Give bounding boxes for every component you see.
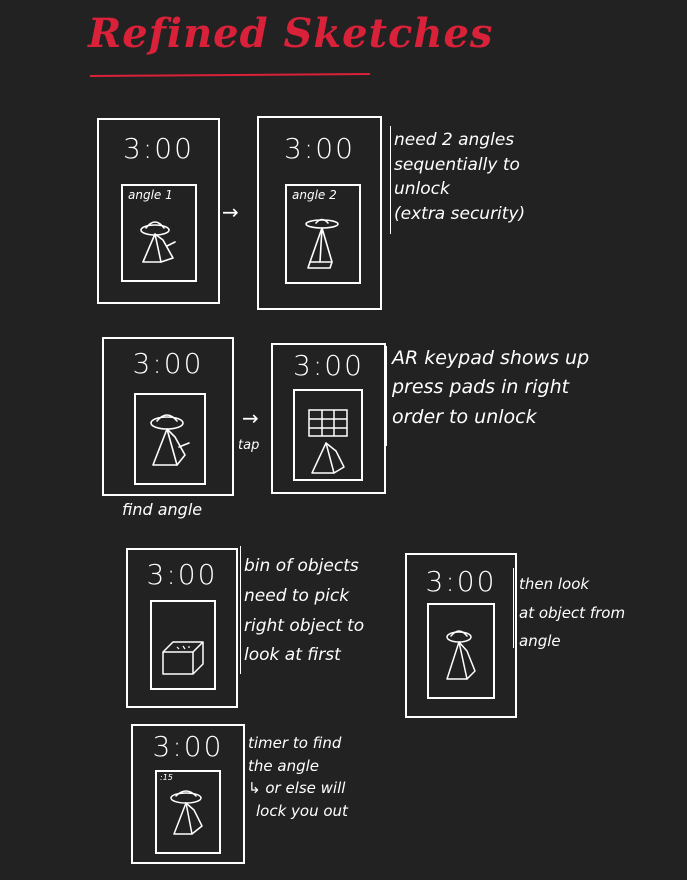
- camera-view: [134, 393, 206, 485]
- note-line: order to unlock: [392, 405, 537, 428]
- hat-figure-icon: [170, 790, 203, 835]
- note-line: bin of objects: [244, 556, 359, 576]
- camera-view: [293, 389, 363, 481]
- camera-view: :15: [155, 770, 221, 854]
- camera-view: angle 2: [285, 184, 361, 284]
- hat-figure-icon: [311, 442, 345, 474]
- note-line: unlock: [394, 179, 450, 200]
- note-timer: timer to find the angle ↳ or else will l…: [248, 732, 348, 822]
- phone-sketch-angle-2: 3:00 angle 2: [257, 116, 382, 310]
- camera-view: angle 1: [121, 184, 197, 282]
- note-line: sequentially to: [394, 154, 520, 175]
- note-line: ↳ or else will: [248, 779, 346, 797]
- phone-sketch-timer: 3:00 :15: [131, 724, 245, 864]
- camera-view: [427, 603, 495, 699]
- note-bar: [240, 546, 241, 674]
- phone-sketch-keypad: 3:00: [271, 343, 386, 494]
- title-underline: [89, 73, 371, 77]
- note-line: (extra security): [394, 203, 526, 224]
- phone-sketch-find-angle: 3:00: [102, 337, 234, 496]
- camera-view: [150, 600, 216, 690]
- note-line: the angle: [248, 756, 320, 775]
- note-line: right object to: [244, 615, 365, 636]
- keypad-grid-icon: [308, 409, 348, 437]
- note-bar: [513, 568, 514, 648]
- clock-time: 3:00: [284, 132, 355, 165]
- note-line: need 2 angles: [394, 130, 515, 150]
- clock-time: 3:00: [146, 558, 218, 591]
- hat-figure-icon: [140, 221, 176, 263]
- note-line: lock you out: [256, 801, 348, 820]
- clock-time: 3:00: [132, 347, 204, 380]
- note-line: AR keypad shows up: [392, 347, 590, 369]
- note-line: need to pick: [244, 585, 350, 606]
- note-bar: [244, 730, 245, 830]
- note-line: look at first: [244, 645, 341, 666]
- clock-time: 3:00: [425, 565, 497, 598]
- note-line: then look: [519, 575, 590, 593]
- clock-time: 3:00: [293, 349, 364, 382]
- note-bin-of-objects: bin of objects need to pick right object…: [244, 552, 364, 671]
- angle-label: angle 2: [292, 188, 337, 202]
- phone-sketch-look-from-angle: 3:00: [405, 553, 517, 718]
- note-line: timer to find: [248, 734, 342, 752]
- note-line: at object from: [519, 603, 626, 622]
- note-bar: [386, 346, 387, 446]
- note-line: press pads in right: [392, 376, 570, 399]
- page-title: Refined Sketches: [88, 10, 494, 57]
- hat-figure-icon: [305, 218, 339, 269]
- clock-time: 3:00: [123, 132, 194, 165]
- note-look-from-angle: then look at object from angle: [519, 570, 625, 656]
- arrow-icon: →: [242, 406, 259, 430]
- phone-sketch-bin: 3:00: [126, 548, 238, 708]
- hat-figure-icon: [446, 630, 476, 680]
- note-line: angle: [519, 632, 561, 650]
- timer-countdown: :15: [160, 773, 173, 782]
- note-ar-keypad: AR keypad shows up press pads in right o…: [392, 344, 589, 432]
- phone-sketch-angle-1: 3:00 angle 1: [97, 118, 220, 304]
- tap-label: tap: [238, 438, 260, 453]
- arrow-icon: →: [222, 200, 239, 224]
- hat-figure-icon: [150, 414, 190, 466]
- bin-box-icon: [162, 641, 204, 675]
- note-two-angles: need 2 angles sequentially to unlock (ex…: [394, 128, 525, 227]
- find-angle-caption: find angle: [122, 500, 203, 519]
- note-bar: [390, 126, 391, 234]
- clock-time: 3:00: [152, 730, 224, 763]
- angle-label: angle 1: [128, 188, 173, 202]
